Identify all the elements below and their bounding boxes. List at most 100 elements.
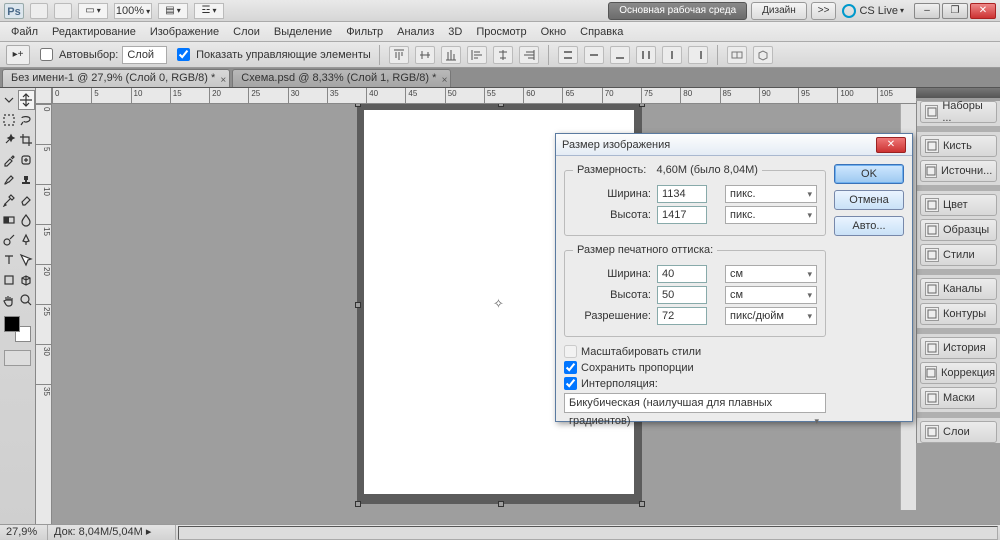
- cancel-button[interactable]: Отмена: [834, 190, 904, 210]
- stamp-tool[interactable]: [18, 170, 36, 190]
- lasso-tool[interactable]: [18, 110, 36, 130]
- workspace-secondary-button[interactable]: Дизайн: [751, 2, 807, 20]
- transform-handle[interactable]: [355, 501, 361, 507]
- transform-handle[interactable]: [639, 501, 645, 507]
- dialog-close-button[interactable]: ✕: [876, 137, 906, 153]
- move-tool[interactable]: [18, 90, 36, 110]
- align-bottom-icon[interactable]: [441, 46, 461, 64]
- panel-tab[interactable]: Наборы ...: [920, 101, 997, 123]
- shape-tool[interactable]: [0, 270, 18, 290]
- transform-handle[interactable]: [639, 104, 645, 107]
- pen-tool[interactable]: [18, 230, 36, 250]
- dodge-tool[interactable]: [0, 230, 18, 250]
- ok-button[interactable]: OK: [834, 164, 904, 184]
- distribute-left-icon[interactable]: [636, 46, 656, 64]
- interpolation-checkbox[interactable]: [564, 377, 577, 390]
- 3d-mode-icon[interactable]: [753, 46, 773, 64]
- menu-image[interactable]: Изображение: [143, 26, 226, 38]
- scrollbar-horizontal[interactable]: [178, 526, 998, 540]
- menu-edit[interactable]: Редактирование: [45, 26, 143, 38]
- px-height-unit-select[interactable]: пикс.: [725, 206, 817, 224]
- panel-tab[interactable]: Слои: [920, 421, 997, 443]
- ruler-vertical[interactable]: 05101520253035: [36, 104, 52, 524]
- screen-mode-button[interactable]: ▭▾: [78, 3, 108, 19]
- cs-live-button[interactable]: CS Live▾: [842, 4, 904, 18]
- autoselect-target-select[interactable]: Слой: [122, 46, 167, 64]
- bridge-icon[interactable]: [30, 3, 48, 19]
- crop-tool[interactable]: [18, 130, 36, 150]
- transform-handle[interactable]: [498, 501, 504, 507]
- constrain-proportions-checkbox[interactable]: [564, 361, 577, 374]
- transform-handle[interactable]: [355, 104, 361, 107]
- autoselect-checkbox[interactable]: [40, 48, 53, 61]
- panel-tab[interactable]: Источни...: [920, 160, 997, 182]
- gradient-tool[interactable]: [0, 210, 18, 230]
- zoom-tool[interactable]: [18, 290, 36, 310]
- marquee-tool[interactable]: [0, 110, 18, 130]
- 3d-tool[interactable]: [18, 270, 36, 290]
- resolution-input[interactable]: [657, 307, 707, 325]
- eraser-tool[interactable]: [18, 190, 36, 210]
- menu-window[interactable]: Окно: [534, 26, 574, 38]
- blur-tool[interactable]: [18, 210, 36, 230]
- align-top-icon[interactable]: [389, 46, 409, 64]
- panel-tab[interactable]: Кисть: [920, 135, 997, 157]
- minibridge-icon[interactable]: [54, 3, 72, 19]
- menu-select[interactable]: Выделение: [267, 26, 339, 38]
- dialog-titlebar[interactable]: Размер изображения ✕: [556, 134, 912, 156]
- extras-button[interactable]: ☲▾: [194, 3, 224, 19]
- window-minimize-button[interactable]: –: [914, 3, 940, 19]
- quick-mask-toggle[interactable]: [4, 350, 31, 366]
- close-icon[interactable]: ×: [442, 72, 448, 89]
- px-width-input[interactable]: [657, 185, 707, 203]
- transform-handle[interactable]: [355, 302, 361, 308]
- show-transform-controls-checkbox[interactable]: [177, 48, 190, 61]
- resize-grip-icon[interactable]: [987, 527, 999, 539]
- panel-tab[interactable]: Стили: [920, 244, 997, 266]
- document-tab[interactable]: Без имени-1 @ 27,9% (Слой 0, RGB/8) *×: [2, 69, 230, 87]
- distribute-vcenter-icon[interactable]: [584, 46, 604, 64]
- history-brush-tool[interactable]: [0, 190, 18, 210]
- dock-grip-icon[interactable]: [916, 88, 1000, 98]
- menu-file[interactable]: Файл: [4, 26, 45, 38]
- close-icon[interactable]: ×: [220, 72, 226, 89]
- print-height-input[interactable]: [657, 286, 707, 304]
- transform-handle[interactable]: [498, 104, 504, 107]
- px-width-unit-select[interactable]: пикс.: [725, 185, 817, 203]
- menu-view[interactable]: Просмотр: [469, 26, 533, 38]
- workspace-primary-button[interactable]: Основная рабочая среда: [608, 2, 747, 20]
- type-tool[interactable]: [0, 250, 18, 270]
- zoom-select[interactable]: 100%▾: [114, 3, 152, 19]
- menu-help[interactable]: Справка: [573, 26, 630, 38]
- menu-filter[interactable]: Фильтр: [339, 26, 390, 38]
- distribute-right-icon[interactable]: [688, 46, 708, 64]
- workspace-more-button[interactable]: >>: [811, 2, 837, 20]
- arrange-button[interactable]: ▤▾: [158, 3, 188, 19]
- heal-tool[interactable]: [18, 150, 36, 170]
- panel-tab[interactable]: Образцы: [920, 219, 997, 241]
- ruler-horizontal[interactable]: 0510152025303540455055606570758085909510…: [52, 88, 916, 104]
- distribute-top-icon[interactable]: [558, 46, 578, 64]
- fg-color-icon[interactable]: [4, 316, 20, 332]
- collapse-icon[interactable]: [0, 90, 18, 110]
- panel-tab[interactable]: Маски: [920, 387, 997, 409]
- brush-tool[interactable]: [0, 170, 18, 190]
- menu-analysis[interactable]: Анализ: [390, 26, 441, 38]
- ruler-origin[interactable]: [36, 88, 52, 104]
- window-close-button[interactable]: ✕: [970, 3, 996, 19]
- wand-tool[interactable]: [0, 130, 18, 150]
- color-swatch[interactable]: [4, 316, 31, 342]
- auto-align-icon[interactable]: [727, 46, 747, 64]
- panel-tab[interactable]: Цвет: [920, 194, 997, 216]
- move-tool-preset-icon[interactable]: ▸+: [6, 45, 30, 65]
- panel-tab[interactable]: Каналы: [920, 278, 997, 300]
- print-width-input[interactable]: [657, 265, 707, 283]
- document-tab[interactable]: Схема.psd @ 8,33% (Слой 1, RGB/8) *×: [232, 69, 451, 87]
- print-width-unit-select[interactable]: см: [725, 265, 817, 283]
- align-vcenter-icon[interactable]: [415, 46, 435, 64]
- panel-tab[interactable]: История: [920, 337, 997, 359]
- align-left-icon[interactable]: [467, 46, 487, 64]
- hand-tool[interactable]: [0, 290, 18, 310]
- print-height-unit-select[interactable]: см: [725, 286, 817, 304]
- status-zoom[interactable]: 27,9%: [0, 525, 48, 540]
